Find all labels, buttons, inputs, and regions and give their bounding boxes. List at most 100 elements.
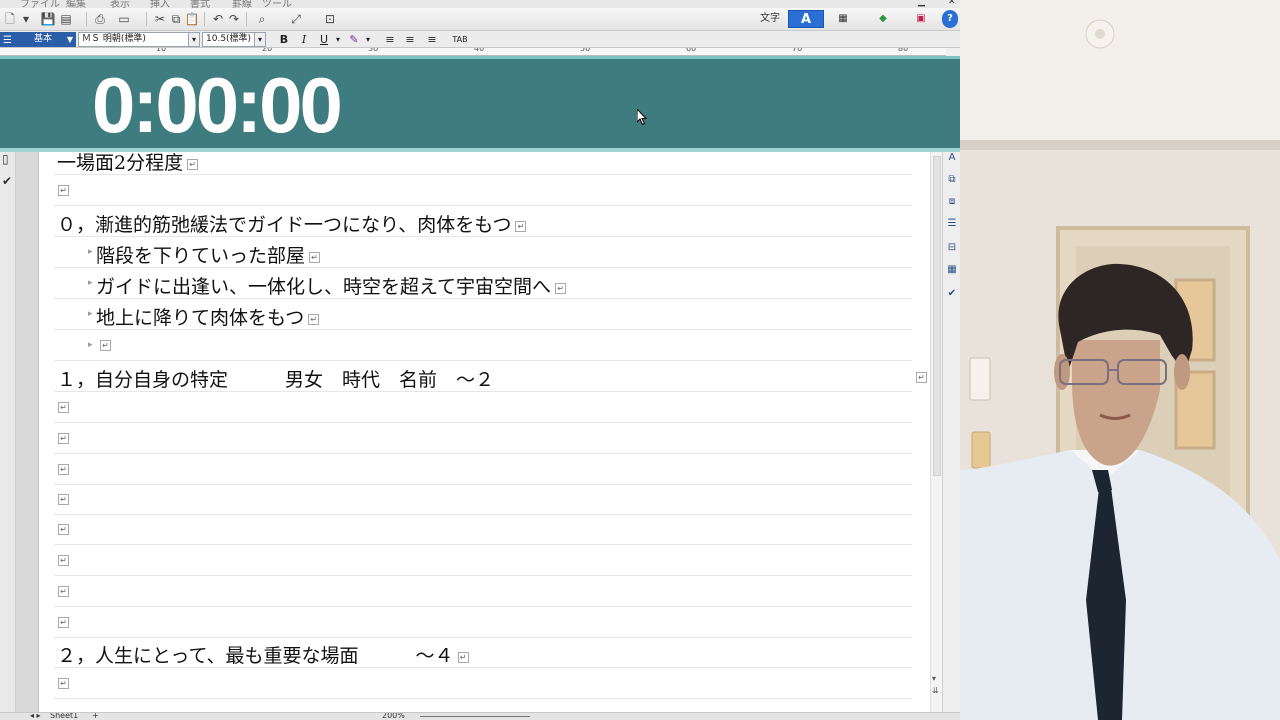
add-sheet-icon[interactable]: +: [92, 713, 99, 720]
save-as-icon[interactable]: ▤: [58, 11, 74, 27]
return-mark-icon: ↵: [58, 555, 69, 566]
paragraph-style-icon: ☰: [3, 35, 12, 46]
font-panel-icon[interactable]: A: [946, 152, 958, 164]
sheet-tab[interactable]: Sheet1: [50, 713, 78, 720]
ruler-tick: 70: [792, 48, 803, 53]
ruler-tick: 20: [262, 48, 273, 53]
print-preview-icon[interactable]: ▭: [116, 11, 132, 27]
menu-item[interactable]: 挿入: [150, 0, 170, 8]
scrollbar-thumb[interactable]: [933, 156, 941, 476]
check-icon[interactable]: ✔: [2, 174, 12, 188]
document-line[interactable]: ↵: [54, 454, 912, 485]
outline-triangle-icon[interactable]: ▸: [88, 247, 93, 257]
chevron-down-icon[interactable]: ▾: [330, 32, 346, 47]
scroll-down-icon[interactable]: ▾: [932, 674, 936, 683]
menu-item[interactable]: 編集: [66, 0, 86, 8]
return-mark-icon: ↵: [515, 221, 527, 232]
document-line[interactable]: ↵: [54, 514, 912, 545]
document-line[interactable]: ↵: [54, 423, 912, 454]
document-line[interactable]: ↵: [54, 668, 912, 699]
tab-button[interactable]: TAB: [448, 32, 472, 47]
document-line-indented[interactable]: ▸ ガイドに出逢い、一体化し、時空を超えて宇宙空間へ ↵: [54, 268, 912, 299]
nav-arrows-icon[interactable]: ◂ ▸: [30, 713, 41, 720]
list-panel-icon[interactable]: ☰: [946, 218, 958, 230]
document-line[interactable]: ０，漸進的筋弛緩法でガイド一つになり、肉体をもつ ↵: [54, 206, 912, 237]
close-icon[interactable]: ✕: [948, 0, 956, 7]
return-mark-icon: ↵: [58, 617, 69, 628]
timer-overlay: 0:00:00: [0, 56, 960, 152]
help-button[interactable]: ?: [942, 10, 958, 28]
return-mark-icon: ↵: [100, 340, 111, 351]
bold-button[interactable]: B: [276, 32, 292, 47]
ruler-tick: 40: [474, 48, 485, 53]
align-right-icon[interactable]: ≡: [424, 32, 440, 47]
vertical-scrollbar[interactable]: ▴ ▾ ⇊: [930, 56, 942, 712]
jump-icon[interactable]: ⤢: [288, 11, 304, 27]
document-line[interactable]: ↵: [54, 175, 912, 206]
document-line-indented[interactable]: ▸ ↵: [54, 330, 912, 361]
return-mark-icon: ↵: [916, 372, 927, 383]
scroll-down-icon[interactable]: ⇊: [932, 686, 939, 695]
outline-triangle-icon[interactable]: ▸: [88, 278, 93, 288]
redo-icon[interactable]: ↷: [226, 11, 242, 27]
tool-palette-icon[interactable]: ▣: [910, 10, 932, 28]
chevron-down-icon: ▾: [254, 33, 265, 46]
font-size-select[interactable]: 10.5(標準) ▾: [202, 32, 266, 47]
new-document-icon[interactable]: 🗋: [2, 11, 18, 27]
document-line[interactable]: ↵: [54, 484, 912, 515]
page-margin: [16, 56, 38, 720]
document-line-indented[interactable]: ▸ 階段を下りていった部屋 ↵: [54, 237, 912, 268]
copy-icon[interactable]: ⧉: [168, 11, 184, 27]
zoom-slider[interactable]: [420, 716, 530, 717]
paragraph-panel-icon[interactable]: ⧉: [946, 174, 958, 186]
open-icon[interactable]: ▾: [18, 11, 34, 27]
italic-button[interactable]: I: [296, 32, 312, 47]
minimize-icon[interactable]: ▁: [918, 0, 925, 7]
ruler: 10 20 30 40 50 60 70 80: [0, 48, 946, 56]
menu-item[interactable]: ツール: [262, 0, 292, 8]
grid-panel-icon[interactable]: ▦: [946, 264, 958, 276]
document-line-indented[interactable]: ▸ 地上に降りて肉体をもつ ↵: [54, 299, 912, 330]
zoom-level[interactable]: 200%: [382, 713, 405, 720]
document-line[interactable]: ↵: [54, 607, 912, 638]
ruler-tick: 60: [686, 48, 697, 53]
document-line[interactable]: ↵: [54, 545, 912, 576]
document-line[interactable]: １，自分自身の特定 男女 時代 名前 ～２ ↵: [54, 361, 927, 392]
copy-panel-icon[interactable]: ⧈: [946, 196, 958, 208]
return-mark-icon: ↵: [187, 159, 199, 170]
text-mode-button[interactable]: A: [788, 10, 824, 28]
menu-item[interactable]: 表示: [110, 0, 130, 8]
align-left-icon[interactable]: ≡: [382, 32, 398, 47]
ruler-tick: 50: [580, 48, 591, 53]
menu-bar: ファイル 編集 表示 挿入 書式 罫線 ツール ▁ ✕: [0, 0, 960, 8]
outline-triangle-icon[interactable]: ▸: [88, 309, 93, 319]
chevron-down-icon: ▼: [66, 35, 73, 44]
undo-icon[interactable]: ↶: [210, 11, 226, 27]
document-line[interactable]: ↵: [54, 576, 912, 607]
style-select[interactable]: ☰ 基本 ▼: [0, 32, 76, 47]
search-icon[interactable]: ⌕: [254, 11, 270, 27]
document-line[interactable]: ２，人生にとって、最も重要な場面 ～４ ↵: [54, 637, 912, 668]
save-icon[interactable]: 💾: [40, 11, 56, 27]
web-icon[interactable]: ⊡: [322, 11, 338, 27]
shape-mode-icon[interactable]: ◆: [872, 10, 894, 28]
table-mode-icon[interactable]: ▦: [832, 10, 854, 28]
check-icon[interactable]: ✔: [946, 288, 958, 300]
return-mark-icon: ↵: [58, 402, 69, 413]
menu-item[interactable]: 罫線: [232, 0, 252, 8]
cut-icon[interactable]: ✂: [152, 11, 168, 27]
outline-triangle-icon[interactable]: ▸: [88, 340, 93, 350]
status-bar: ◂ ▸ Sheet1 + 200%: [0, 712, 960, 720]
bookmark-icon[interactable]: ▯: [2, 152, 9, 166]
print-icon[interactable]: ⎙: [92, 11, 108, 27]
align-center-icon[interactable]: ≡: [402, 32, 418, 47]
return-mark-icon: ↵: [457, 652, 469, 663]
document-line[interactable]: ↵: [54, 392, 912, 423]
menu-item[interactable]: ファイル: [20, 0, 60, 8]
menu-item[interactable]: 書式: [190, 0, 210, 8]
window-panel-icon[interactable]: ⊟: [946, 242, 958, 254]
chevron-down-icon[interactable]: ▾: [360, 32, 376, 47]
font-select[interactable]: ＭＳ 明朝(標準) ▾: [78, 32, 200, 47]
screen: ファイル 編集 表示 挿入 書式 罫線 ツール ▁ ✕ 🗋 ▾ 💾 ▤ ⎙ ▭ …: [0, 0, 1280, 720]
paste-icon[interactable]: 📋: [184, 11, 200, 27]
